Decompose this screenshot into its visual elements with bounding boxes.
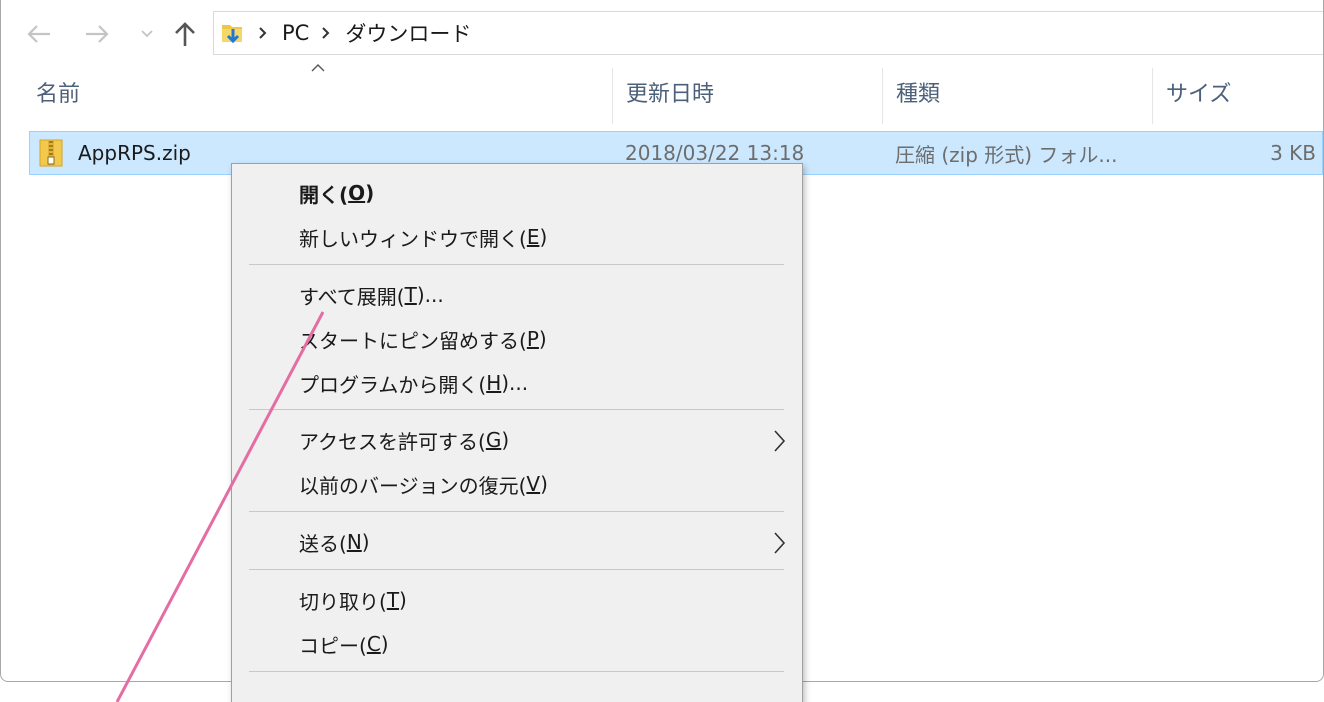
column-header-size[interactable]: サイズ bbox=[1166, 62, 1231, 122]
chevron-down-icon bbox=[141, 30, 153, 38]
menu-item-cut[interactable]: 切り取り(T) bbox=[232, 579, 802, 621]
breadcrumb-chevron-icon[interactable] bbox=[321, 26, 331, 40]
menu-separator bbox=[249, 569, 784, 570]
menu-separator bbox=[249, 264, 784, 265]
file-size-cell: 3 KB bbox=[1270, 141, 1316, 165]
arrow-left-icon bbox=[27, 25, 50, 43]
downloads-folder-icon bbox=[220, 20, 246, 46]
breadcrumb-downloads[interactable]: ダウンロード bbox=[345, 18, 471, 48]
column-header-type[interactable]: 種類 bbox=[896, 62, 940, 122]
zip-folder-icon bbox=[39, 139, 63, 167]
address-bar[interactable]: PC ダウンロード bbox=[213, 11, 1323, 55]
file-type-cell: 圧縮 (zip 形式) フォル... bbox=[895, 142, 1118, 167]
menu-item-pin-to-start[interactable]: スタートにピン留めする(P) bbox=[232, 318, 802, 360]
menu-item-send-to[interactable]: 送る(N) bbox=[232, 521, 802, 563]
arrow-right-icon bbox=[86, 25, 109, 43]
file-name-cell[interactable]: AppRPS.zip bbox=[38, 132, 191, 174]
menu-item-open[interactable]: 開く(O) bbox=[232, 172, 802, 214]
context-menu: 開く(O) 新しいウィンドウで開く(E) すべて展開(T)... スタートにピン… bbox=[231, 163, 803, 702]
menu-item-extract-all[interactable]: すべて展開(T)... bbox=[232, 274, 802, 316]
breadcrumb-pc[interactable]: PC bbox=[282, 21, 309, 45]
menu-item-give-access[interactable]: アクセスを許可する(G) bbox=[232, 419, 802, 461]
menu-item-open-new-window[interactable]: 新しいウィンドウで開く(E) bbox=[232, 216, 802, 258]
column-divider[interactable] bbox=[612, 68, 613, 124]
menu-separator bbox=[249, 511, 784, 512]
column-divider[interactable] bbox=[1152, 68, 1153, 124]
menu-item-open-with[interactable]: プログラムから開く(H)... bbox=[232, 362, 802, 404]
chevron-right-icon bbox=[774, 430, 786, 452]
recent-locations-button[interactable] bbox=[129, 14, 165, 54]
forward-button[interactable] bbox=[79, 14, 115, 54]
menu-item-copy[interactable]: コピー(C) bbox=[232, 623, 802, 665]
column-header-name[interactable]: 名前 bbox=[36, 62, 80, 122]
column-header-row: 名前 更新日時 種類 サイズ bbox=[1, 62, 1323, 124]
arrow-up-icon bbox=[175, 22, 195, 46]
menu-separator bbox=[249, 409, 784, 410]
menu-item-restore-previous[interactable]: 以前のバージョンの復元(V) bbox=[232, 463, 802, 505]
sort-ascending-icon bbox=[311, 64, 325, 72]
menu-separator bbox=[249, 671, 784, 672]
column-divider[interactable] bbox=[882, 68, 883, 124]
chevron-right-icon bbox=[774, 532, 786, 554]
up-button[interactable] bbox=[167, 14, 203, 54]
column-header-modified[interactable]: 更新日時 bbox=[626, 62, 714, 122]
back-button[interactable] bbox=[21, 14, 57, 54]
breadcrumb-chevron-icon[interactable] bbox=[258, 26, 268, 40]
file-name: AppRPS.zip bbox=[78, 141, 191, 165]
